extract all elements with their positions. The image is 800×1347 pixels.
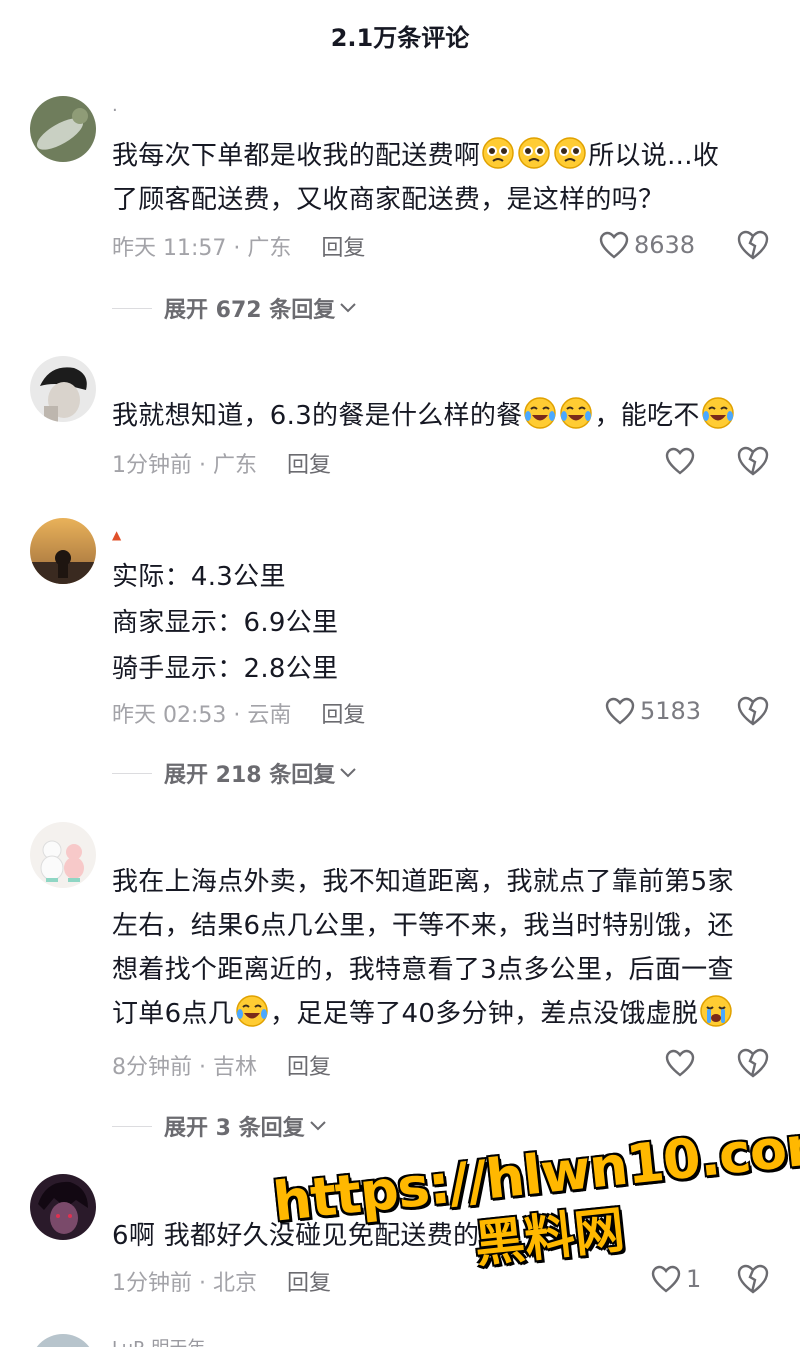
username[interactable]: LuR 明天年 xyxy=(112,1334,205,1347)
comment-line: 我在上海点外卖，我不知道距离，我就点了靠前第5家 xyxy=(112,867,734,897)
expand-replies-button[interactable]: 展开 3 条回复 xyxy=(112,1111,327,1141)
laugh-cry-emoji-icon xyxy=(235,994,269,1028)
heart-outline-icon xyxy=(665,447,695,475)
comment-text: 实际：4.3公里 商家显示：6.9公里 骑手显示：2.8公里 xyxy=(112,554,772,692)
avatar[interactable] xyxy=(30,518,96,584)
avatar[interactable] xyxy=(30,356,96,422)
laugh-cry-emoji-icon xyxy=(523,396,557,430)
comment-text: 我就想知道，6.3的餐是什么样的餐 ，能吃不 xyxy=(112,394,772,438)
comment-line: 想着找个距离近的，我特意看了3点多公里，后面一查 xyxy=(112,955,734,985)
expand-replies-button[interactable]: 展开 218 条回复 xyxy=(112,758,357,788)
expand-replies-button[interactable]: 展开 672 条回复 xyxy=(112,293,357,323)
like-button[interactable] xyxy=(664,444,700,478)
comment-text: 我每次下单都是收我的配送费啊 所以说...收 了顾客配送费，又收商家配送费，是这样… xyxy=(112,134,772,222)
pleading-face-emoji-icon xyxy=(481,136,515,170)
time-location: 昨天 11:57 · 广东 xyxy=(112,236,292,261)
broken-heart-icon xyxy=(737,696,769,726)
expand-replies-label: 展开 672 条回复 xyxy=(164,298,336,323)
broken-heart-icon xyxy=(737,1048,769,1078)
divider-dash xyxy=(112,307,152,309)
comment-meta: 8分钟前 · 吉林 回复 xyxy=(112,1049,331,1081)
crying-face-emoji-icon xyxy=(699,994,733,1028)
like-count: 5183 xyxy=(640,697,702,725)
pleading-face-emoji-icon xyxy=(553,136,587,170)
like-count: 8638 xyxy=(634,231,696,259)
comment-line: 实际：4.3公里 xyxy=(112,562,286,592)
like-button[interactable]: 5183 xyxy=(604,694,701,728)
comment-line: 我每次下单都是收我的配送费啊 所以说...收 xyxy=(112,134,772,178)
heart-outline-icon xyxy=(599,231,629,259)
dislike-button[interactable] xyxy=(735,229,771,261)
comment-line: 订单6点几 ，足足等了40多分钟，差点没饿虚脱 xyxy=(112,992,772,1036)
avatar[interactable] xyxy=(30,1174,96,1240)
time-location: 8分钟前 · 吉林 xyxy=(112,1055,257,1080)
time-location: 1分钟前 · 广东 xyxy=(112,453,257,478)
heart-outline-icon xyxy=(665,1049,695,1077)
time-location: 1分钟前 · 北京 xyxy=(112,1271,257,1296)
username[interactable]: ▲ xyxy=(112,528,121,542)
broken-heart-icon xyxy=(737,230,769,260)
watermark: https://hlwn10.com 黑料网 xyxy=(270,1111,800,1320)
comment-count-title: 2.1万条评论 xyxy=(330,24,470,52)
comment-line: 了顾客配送费，又收商家配送费，是这样的吗？ xyxy=(112,185,665,215)
divider-dash xyxy=(112,772,152,774)
comment-meta: 昨天 11:57 · 广东 回复 xyxy=(112,230,365,262)
laugh-cry-emoji-icon xyxy=(701,396,735,430)
comment-line: 我就想知道，6.3的餐是什么样的餐 ，能吃不 xyxy=(112,394,772,438)
comment-line: 左右，结果6点几公里，干等不来，我当时特别饿，还 xyxy=(112,911,734,941)
comment-meta: 昨天 02:53 · 云南 回复 xyxy=(112,697,365,729)
chevron-down-icon xyxy=(309,1121,326,1131)
dislike-button[interactable] xyxy=(735,695,771,727)
chevron-down-icon xyxy=(340,768,356,778)
reply-button[interactable]: 回复 xyxy=(321,236,365,261)
reply-button[interactable]: 回复 xyxy=(287,1055,331,1080)
expand-replies-label: 展开 218 条回复 xyxy=(164,763,336,788)
comment-line: 商家显示：6.9公里 xyxy=(112,608,339,638)
like-button[interactable]: 8638 xyxy=(598,228,695,262)
expand-replies-label: 展开 3 条回复 xyxy=(164,1116,305,1141)
avatar[interactable] xyxy=(30,822,96,888)
broken-heart-icon xyxy=(737,446,769,476)
reply-button[interactable]: 回复 xyxy=(287,453,331,478)
dislike-button[interactable] xyxy=(735,445,771,477)
reply-button[interactable]: 回复 xyxy=(321,703,365,728)
username[interactable]: · xyxy=(112,100,118,121)
divider-dash xyxy=(112,1125,152,1127)
avatar[interactable] xyxy=(30,1334,96,1347)
heart-outline-icon xyxy=(605,697,635,725)
comment-text: 我在上海点外卖，我不知道距离，我就点了靠前第5家 左右，结果6点几公里，干等不来… xyxy=(112,860,772,1036)
chevron-down-icon xyxy=(340,303,356,313)
comment-panel: 2.1万条评论 · 我每次下单都是收我的配送费啊 所以说...收 了顾客配送费，又… xyxy=(0,0,800,1347)
comment-meta: 1分钟前 · 广东 回复 xyxy=(112,447,331,479)
dislike-button[interactable] xyxy=(735,1047,771,1079)
avatar[interactable] xyxy=(30,96,96,162)
laugh-cry-emoji-icon xyxy=(559,396,593,430)
pleading-face-emoji-icon xyxy=(517,136,551,170)
time-location: 昨天 02:53 · 云南 xyxy=(112,703,292,728)
like-button[interactable] xyxy=(664,1046,700,1080)
comment-line: 骑手显示：2.8公里 xyxy=(112,654,339,684)
